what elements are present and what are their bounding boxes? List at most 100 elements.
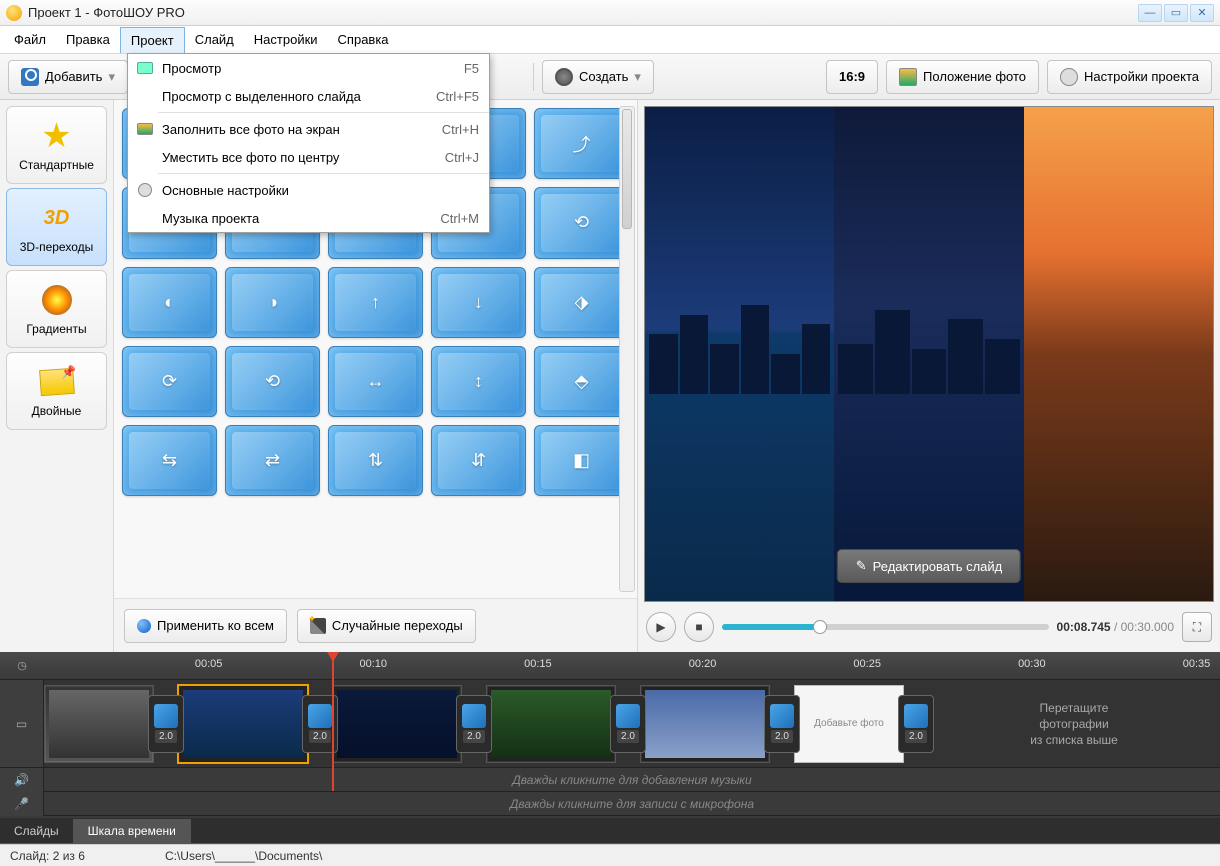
transition-item[interactable]: ⬘	[534, 346, 629, 417]
film-reel-icon	[555, 68, 573, 86]
close-button[interactable]: ✕	[1190, 4, 1214, 22]
scrollbar[interactable]	[619, 106, 635, 592]
clip[interactable]	[332, 685, 462, 763]
transition-item[interactable]: ◐	[122, 267, 217, 338]
category-gradients[interactable]: Градиенты	[6, 270, 107, 348]
menu-main-settings[interactable]: Основные настройки	[128, 176, 489, 204]
transition-chip[interactable]: 2.0	[610, 695, 646, 753]
menu-separator	[158, 173, 489, 174]
category-3d[interactable]: 3D 3D-переходы	[6, 188, 107, 266]
minimize-button[interactable]: —	[1138, 4, 1162, 22]
clip[interactable]	[640, 685, 770, 763]
photo-icon	[899, 68, 917, 86]
maximize-button[interactable]: ▭	[1164, 4, 1188, 22]
mic-hint[interactable]: Дважды кликните для записи с микрофона	[44, 792, 1220, 815]
menu-preview-shortcut: F5	[464, 61, 479, 76]
category-standard[interactable]: ★ Стандартные	[6, 106, 107, 184]
menu-fill-screen[interactable]: Заполнить все фото на экран Ctrl+H	[128, 115, 489, 143]
play-button[interactable]: ▶	[646, 612, 676, 642]
apply-all-button[interactable]: Применить ко всем	[124, 609, 287, 643]
preview-canvas[interactable]: ✎ Редактировать слайд	[644, 106, 1214, 602]
status-path: C:\Users\______\Documents\	[165, 849, 322, 863]
transition-item[interactable]: ↓	[431, 267, 526, 338]
project-settings-button[interactable]: Настройки проекта	[1047, 60, 1212, 94]
audio-track[interactable]: 🔊 Дважды кликните для добавления музыки	[0, 768, 1220, 792]
aspect-ratio-button[interactable]: 16:9	[826, 60, 878, 94]
menu-edit[interactable]: Правка	[56, 27, 120, 52]
transition-item[interactable]: ◑	[225, 267, 320, 338]
create-button[interactable]: Создать ▾	[542, 60, 654, 94]
transition-item[interactable]: ⤴	[534, 108, 629, 179]
menubar: Файл Правка Проект Слайд Настройки Справ…	[0, 26, 1220, 54]
add-photo-placeholder[interactable]: Добавьте фото	[794, 685, 904, 763]
globe-icon	[137, 619, 151, 633]
transition-item[interactable]: ↕	[431, 346, 526, 417]
clip-selected[interactable]	[178, 685, 308, 763]
transition-item[interactable]: ⇆	[122, 425, 217, 496]
menu-preview-selected[interactable]: Просмотр с выделенного слайда Ctrl+F5	[128, 82, 489, 110]
gear-icon	[138, 183, 152, 197]
photo-icon	[137, 123, 153, 135]
gear-icon	[1060, 68, 1078, 86]
video-track: ▭ 2.0 2.0 2.0 2.0 2.0 Добавьте фото 2.0 …	[0, 680, 1220, 768]
add-button[interactable]: Добавить ▾	[8, 60, 128, 94]
mic-icon: 🎤	[0, 792, 44, 816]
seek-slider[interactable]	[722, 624, 1049, 630]
tab-timeline[interactable]: Шкала времени	[74, 819, 191, 843]
transition-item[interactable]: ⇵	[431, 425, 526, 496]
scrollbar-thumb[interactable]	[622, 109, 632, 229]
menu-project[interactable]: Проект	[120, 27, 185, 53]
status-slide-count: Слайд: 2 из 6	[10, 849, 85, 863]
app-icon	[6, 5, 22, 21]
chevron-down-icon: ▾	[634, 69, 641, 85]
seek-thumb[interactable]	[813, 620, 827, 634]
menu-help[interactable]: Справка	[328, 27, 399, 52]
menu-slide[interactable]: Слайд	[185, 27, 244, 52]
transition-item[interactable]: ⬗	[534, 267, 629, 338]
timeline-ruler[interactable]: ◷ 00:05 00:10 00:15 00:20 00:25 00:30 00…	[0, 652, 1220, 680]
transition-item[interactable]: ⇄	[225, 425, 320, 496]
chevron-down-icon: ▾	[108, 69, 115, 85]
transition-chip[interactable]: 2.0	[148, 695, 184, 753]
random-transitions-button[interactable]: Случайные переходы	[297, 609, 476, 643]
tab-slides[interactable]: Слайды	[0, 819, 74, 843]
titlebar: Проект 1 - ФотоШОУ PRO — ▭ ✕	[0, 0, 1220, 26]
transition-item[interactable]: ⟳	[122, 346, 217, 417]
transition-chip[interactable]: 2.0	[898, 695, 934, 753]
project-dropdown: Просмотр F5 Просмотр с выделенного слайд…	[127, 53, 490, 233]
pencil-icon: ✎	[856, 558, 867, 574]
category-double[interactable]: Двойные	[6, 352, 107, 430]
transition-item[interactable]: ⟲	[225, 346, 320, 417]
menu-project-music[interactable]: Музыка проекта Ctrl+M	[128, 204, 489, 232]
audio-hint[interactable]: Дважды кликните для добавления музыки	[44, 768, 1220, 791]
menu-fit-center[interactable]: Уместить все фото по центру Ctrl+J	[128, 143, 489, 171]
edit-slide-button[interactable]: ✎ Редактировать слайд	[837, 549, 1021, 583]
photo-position-button[interactable]: Положение фото	[886, 60, 1039, 94]
transition-item[interactable]: ↔	[328, 346, 423, 417]
menu-preview[interactable]: Просмотр F5	[128, 54, 489, 82]
bottom-tabs: Слайды Шкала времени	[0, 818, 1220, 844]
video-track-icon: ▭	[0, 680, 44, 767]
monitor-icon	[137, 62, 153, 74]
preview-image-right	[1024, 107, 1213, 601]
menu-file[interactable]: Файл	[4, 27, 56, 52]
transition-chip[interactable]: 2.0	[764, 695, 800, 753]
fullscreen-button[interactable]: ⛶	[1182, 612, 1212, 642]
playhead[interactable]	[332, 652, 334, 791]
transition-chip[interactable]: 2.0	[456, 695, 492, 753]
video-track-content[interactable]: 2.0 2.0 2.0 2.0 2.0 Добавьте фото 2.0 Пе…	[44, 680, 1220, 767]
clip[interactable]	[486, 685, 616, 763]
gradient-icon	[37, 282, 77, 318]
menu-settings[interactable]: Настройки	[244, 27, 328, 52]
transition-item[interactable]: ◧	[534, 425, 629, 496]
transition-item[interactable]: ⇅	[328, 425, 423, 496]
clip[interactable]	[44, 685, 154, 763]
transition-item[interactable]: ⟲	[534, 187, 629, 258]
mic-track[interactable]: 🎤 Дважды кликните для записи с микрофона	[0, 792, 1220, 816]
stop-button[interactable]: ■	[684, 612, 714, 642]
menu-preview-label: Просмотр	[158, 61, 464, 76]
transition-item[interactable]: ↑	[328, 267, 423, 338]
note-icon	[37, 364, 77, 400]
ruler-ticks: 00:05 00:10 00:15 00:20 00:25 00:30 00:3…	[44, 652, 1220, 679]
star-icon: ★	[37, 118, 77, 154]
